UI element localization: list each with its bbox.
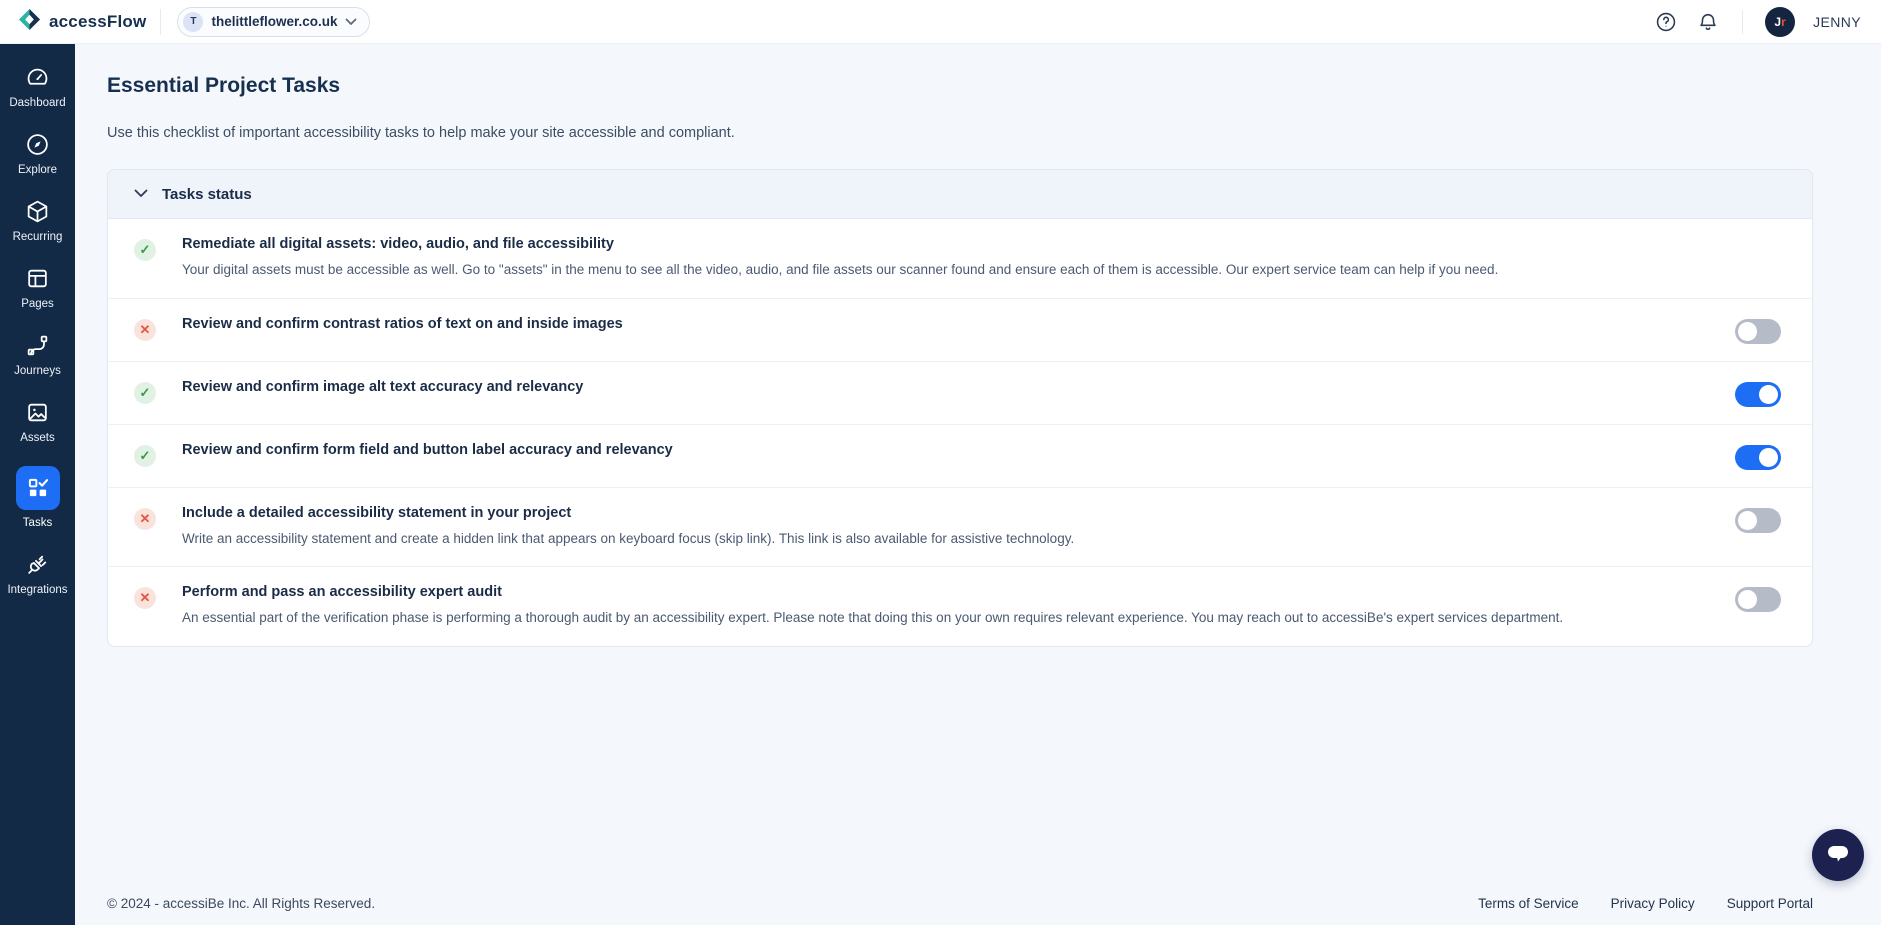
task-status-icon: ✕ [134, 319, 156, 341]
layout-icon [25, 265, 51, 291]
tasks-status-panel-header[interactable]: Tasks status [108, 170, 1812, 219]
username: JENNY [1813, 14, 1861, 30]
task-row: ✕ Include a detailed accessibility state… [108, 487, 1812, 567]
sidebar-item-integrations[interactable]: Integrations [0, 551, 75, 596]
task-row: ✓ Review and confirm form field and butt… [108, 424, 1812, 487]
sidebar-item-pages[interactable]: Pages [0, 265, 75, 310]
main-content: Essential Project Tasks Use this checkli… [75, 44, 1881, 925]
task-title: Review and confirm image alt text accura… [182, 379, 583, 395]
task-description: An essential part of the verification ph… [182, 607, 1563, 629]
sidebar-item-label: Journeys [14, 365, 61, 377]
topbar: accessFlow T thelittleflower.co.uk Jr JE… [0, 0, 1881, 44]
task-row: ✓ Remediate all digital assets: video, a… [108, 219, 1812, 298]
task-title: Perform and pass an accessibility expert… [182, 584, 1563, 600]
logo-diamond-icon [18, 8, 41, 36]
domain-initial-badge: T [183, 12, 203, 32]
plug-icon [25, 551, 51, 577]
task-title: Review and confirm contrast ratios of te… [182, 316, 623, 332]
tasks-status-panel: Tasks status ✓ Remediate all digital ass… [107, 169, 1813, 647]
toggle-knob [1738, 322, 1757, 341]
sidebar-item-journeys[interactable]: Journeys [0, 332, 75, 377]
toggle-knob [1738, 590, 1757, 609]
task-toggle[interactable] [1735, 508, 1781, 533]
page-title: Essential Project Tasks [107, 74, 1813, 98]
copyright-text: © 2024 - accessiBe Inc. All Rights Reser… [107, 896, 375, 911]
avatar-initial: r [1781, 15, 1786, 29]
route-icon [25, 332, 51, 358]
sidebar-item-explore[interactable]: Explore [0, 131, 75, 176]
task-toggle[interactable] [1735, 382, 1781, 407]
sidebar-item-recurring[interactable]: Recurring [0, 198, 75, 243]
task-toggle[interactable] [1735, 587, 1781, 612]
toggle-knob [1738, 511, 1757, 530]
compass-icon [25, 131, 51, 157]
task-status-icon: ✓ [134, 382, 156, 404]
privacy-policy-link[interactable]: Privacy Policy [1611, 896, 1695, 911]
checklist-icon [16, 466, 60, 510]
topbar-divider [1742, 10, 1743, 34]
sidebar-item-label: Explore [18, 164, 57, 176]
logo-text: accessFlow [49, 12, 146, 32]
task-description: Write an accessibility statement and cre… [182, 528, 1074, 550]
panel-title: Tasks status [162, 186, 252, 203]
toggle-knob [1759, 385, 1778, 404]
sidebar-item-label: Integrations [7, 584, 67, 596]
domain-name: thelittleflower.co.uk [211, 14, 337, 29]
notifications-bell-button[interactable] [1696, 10, 1720, 34]
task-row: ✓ Review and confirm image alt text accu… [108, 361, 1812, 424]
topbar-divider [160, 9, 161, 35]
gauge-icon [25, 64, 51, 90]
sidebar-item-label: Tasks [23, 517, 52, 529]
task-status-icon: ✓ [134, 445, 156, 467]
collapse-chevron-icon[interactable] [134, 185, 148, 203]
chevron-down-icon [345, 13, 357, 31]
chat-bubble-icon [1825, 841, 1851, 870]
task-status-icon: ✓ [134, 239, 156, 261]
chat-widget-button[interactable] [1812, 829, 1864, 881]
task-title: Include a detailed accessibility stateme… [182, 505, 1074, 521]
sidebar-item-label: Recurring [13, 231, 63, 243]
sidebar-item-label: Assets [20, 432, 55, 444]
sidebar-item-tasks[interactable]: Tasks [0, 466, 75, 529]
domain-selector[interactable]: T thelittleflower.co.uk [177, 7, 370, 37]
footer: © 2024 - accessiBe Inc. All Rights Reser… [107, 896, 1813, 925]
task-title: Remediate all digital assets: video, aud… [182, 236, 1498, 252]
app-logo[interactable]: accessFlow [0, 8, 146, 36]
task-description: Your digital assets must be accessible a… [182, 259, 1498, 281]
sidebar: Dashboard Explore Recurring Pages [0, 44, 75, 925]
help-button[interactable] [1654, 10, 1678, 34]
cube-icon [25, 198, 51, 224]
task-status-icon: ✕ [134, 508, 156, 530]
image-icon [25, 399, 51, 425]
toggle-knob [1759, 448, 1778, 467]
task-status-icon: ✕ [134, 587, 156, 609]
task-title: Review and confirm form field and button… [182, 442, 673, 458]
avatar-initial: J [1774, 15, 1781, 29]
task-toggle[interactable] [1735, 445, 1781, 470]
sidebar-item-label: Dashboard [9, 97, 65, 109]
task-toggle[interactable] [1735, 319, 1781, 344]
page-subtitle: Use this checklist of important accessib… [107, 125, 1813, 141]
sidebar-item-dashboard[interactable]: Dashboard [0, 64, 75, 109]
sidebar-item-label: Pages [21, 298, 54, 310]
terms-of-service-link[interactable]: Terms of Service [1478, 896, 1579, 911]
sidebar-item-assets[interactable]: Assets [0, 399, 75, 444]
avatar[interactable]: Jr [1765, 7, 1795, 37]
task-row: ✕ Perform and pass an accessibility expe… [108, 566, 1812, 646]
task-row: ✕ Review and confirm contrast ratios of … [108, 298, 1812, 361]
support-portal-link[interactable]: Support Portal [1727, 896, 1813, 911]
